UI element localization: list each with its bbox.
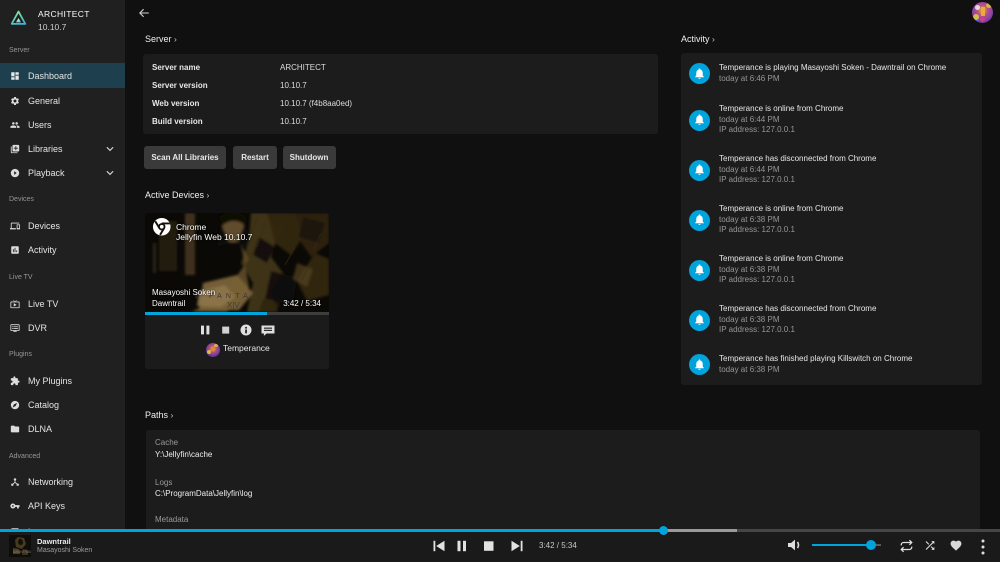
svg-text:X|V: X|V (227, 301, 240, 310)
svg-text:DAWNTRAIL: DAWNTRAIL (13, 550, 31, 554)
